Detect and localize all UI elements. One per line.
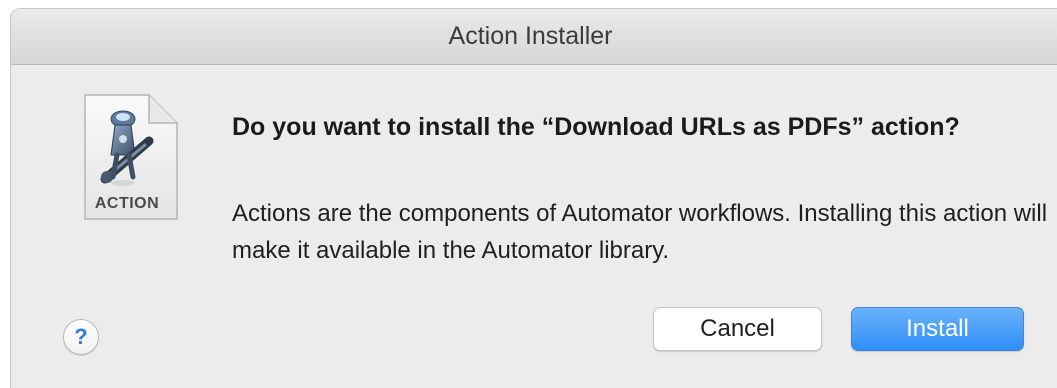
file-type-label: ACTION bbox=[94, 195, 160, 212]
title-bar[interactable]: Action Installer bbox=[11, 9, 1057, 65]
window-title: Action Installer bbox=[448, 22, 613, 50]
cancel-button[interactable]: Cancel bbox=[653, 307, 822, 351]
install-button[interactable]: Install bbox=[851, 307, 1024, 351]
dialog-message: Actions are the components of Automator … bbox=[232, 200, 1048, 264]
automator-action-file-icon: ACTION bbox=[79, 93, 183, 223]
question-mark-icon: ? bbox=[74, 324, 88, 349]
dialog-heading: Do you want to install the “Download URL… bbox=[232, 113, 960, 141]
help-button[interactable]: ? bbox=[63, 319, 99, 355]
action-installer-window: Action Installer ACTION Do you want to i… bbox=[10, 8, 1057, 388]
